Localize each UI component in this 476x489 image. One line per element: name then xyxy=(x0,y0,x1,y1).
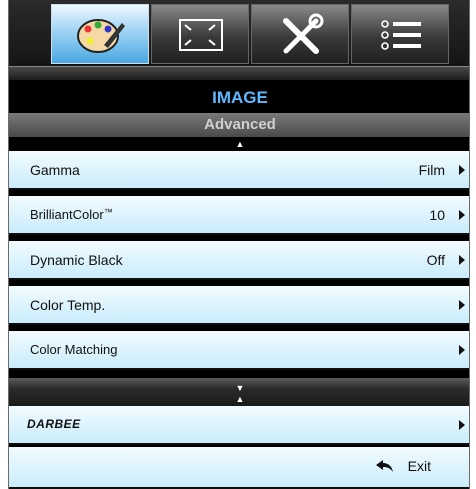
menu-item-label: Color Matching xyxy=(30,342,118,357)
exit-button[interactable]: Exit xyxy=(408,458,431,474)
menu-item-label: Dynamic Black xyxy=(30,252,123,268)
menu-item-dynamic-black[interactable]: Dynamic Black Off xyxy=(9,241,469,280)
menu-item-color-matching[interactable]: Color Matching xyxy=(9,331,469,370)
screen-resize-icon xyxy=(179,19,223,51)
menu-item-gamma[interactable]: Gamma Film xyxy=(9,151,469,190)
exit-row[interactable]: Exit xyxy=(9,447,469,489)
right-arrow-icon xyxy=(459,345,465,355)
tab-bar xyxy=(9,0,469,74)
page-subtitle: Advanced xyxy=(204,116,276,133)
right-arrow-icon xyxy=(459,420,465,430)
scroll-up-icon[interactable]: ▲ xyxy=(9,395,469,404)
menu-item-brilliantcolor[interactable]: BrilliantColor™ 10 xyxy=(9,196,469,235)
menu-item-value: 10 xyxy=(429,207,445,223)
scroll-down-icon[interactable]: ▼ xyxy=(9,384,469,393)
right-arrow-icon xyxy=(459,255,465,265)
osd-menu: IMAGE Advanced ▲ Gamma Film BrilliantCol… xyxy=(8,0,470,489)
tab-options[interactable] xyxy=(351,4,449,64)
right-arrow-icon xyxy=(459,300,465,310)
tab-separator xyxy=(9,66,469,80)
tab-image[interactable] xyxy=(51,4,149,64)
menu-item-label: Color Temp. xyxy=(30,297,106,313)
menu-item-label: Gamma xyxy=(30,162,80,178)
right-arrow-icon xyxy=(459,165,465,175)
right-arrow-icon xyxy=(459,210,465,220)
tools-icon xyxy=(283,13,324,54)
page-title: IMAGE xyxy=(212,88,268,107)
return-arrow-icon xyxy=(376,460,393,472)
darbee-logo: DARBEE xyxy=(27,417,81,431)
menu-item-color-temp[interactable]: Color Temp. xyxy=(9,286,469,325)
list-icon xyxy=(381,20,421,50)
scroll-up-icon[interactable]: ▲ xyxy=(9,140,469,149)
menu-item-label: BrilliantColor™ xyxy=(30,207,113,222)
menu-item-value: Off xyxy=(426,252,445,268)
palette-icon xyxy=(77,19,125,53)
menu-item-value: Film xyxy=(418,162,445,178)
tab-display[interactable] xyxy=(151,4,249,64)
menu-item-darbee[interactable]: DARBEE xyxy=(9,406,469,445)
tab-setup[interactable] xyxy=(251,4,349,64)
